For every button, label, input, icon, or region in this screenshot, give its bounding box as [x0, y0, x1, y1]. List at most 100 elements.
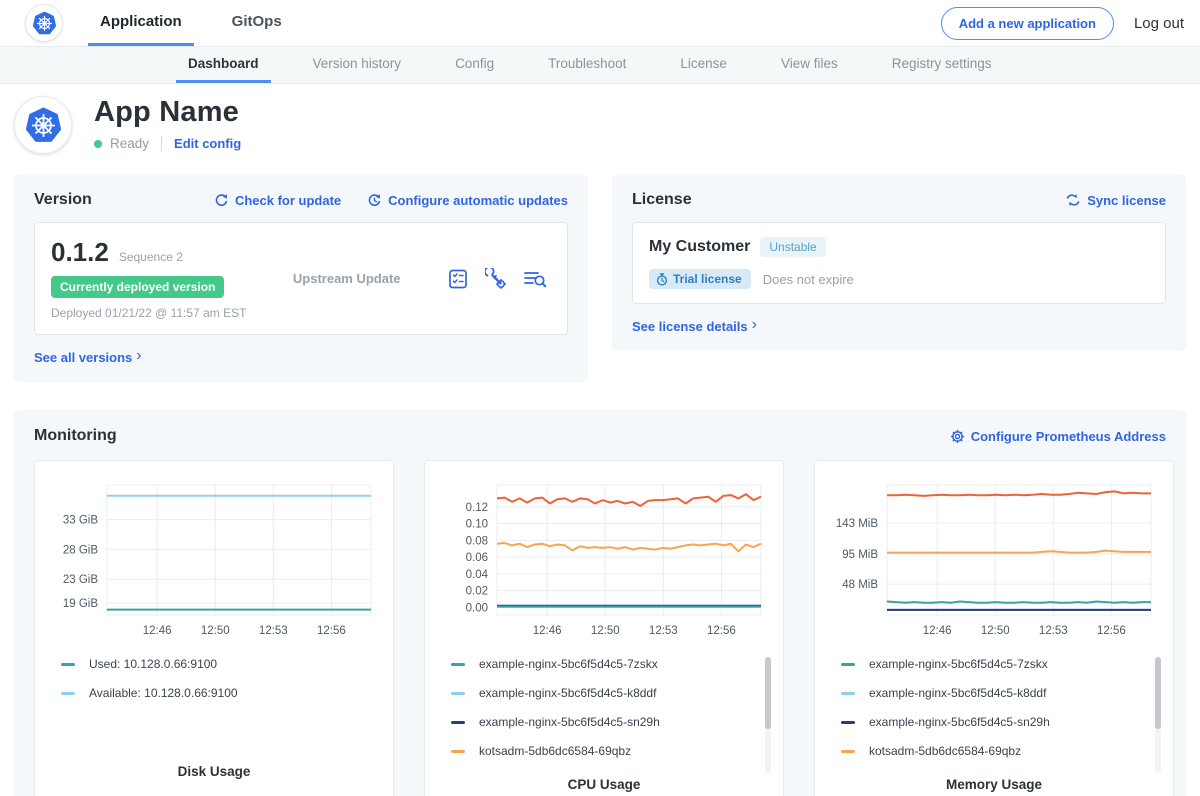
license-card: License Sync license My Customer Unstabl…	[612, 174, 1186, 351]
memory-usage-chart-card: 12:4612:5012:5312:56143 MiB95 MiB48 MiB …	[814, 460, 1174, 796]
subnav-tab-dashboard[interactable]: Dashboard	[176, 47, 271, 83]
disk-usage-plot: 12:4612:5012:5312:5633 GiB28 GiB23 GiB19…	[49, 475, 379, 643]
currently-deployed-badge: Currently deployed version	[51, 276, 224, 298]
version-number: 0.1.2	[51, 237, 109, 268]
version-card: Version Check for update Configure au	[14, 174, 588, 382]
legend-item-used-10-128-0-66-9100[interactable]: Used: 10.128.0.66:9100	[61, 657, 379, 671]
legend-scrollbar-track	[765, 657, 771, 773]
legend-item-example-nginx-5bc6f5d4c5-sn29h[interactable]: example-nginx-5bc6f5d4c5-sn29h	[451, 715, 769, 729]
svg-text:33 GiB: 33 GiB	[63, 515, 98, 527]
status-ready-dot	[94, 140, 102, 148]
legend-label: kotsadm-5db6dc6584-69qbz	[479, 744, 631, 758]
svg-text:0.00: 0.00	[466, 602, 488, 614]
preflight-checks-icon[interactable]	[447, 268, 469, 290]
subnav-tab-version-history[interactable]: Version history	[301, 47, 414, 83]
configure-automatic-updates-link[interactable]: Configure automatic updates	[367, 193, 568, 208]
legend-color-dash	[841, 750, 855, 753]
subnav-tab-troubleshoot[interactable]: Troubleshoot	[536, 47, 638, 83]
edit-config-values-icon[interactable]	[485, 268, 507, 290]
clock-refresh-icon	[367, 193, 382, 208]
chevron-right-icon: ›	[752, 317, 757, 333]
legend-item-example-nginx-5bc6f5d4c5-k8ddf[interactable]: example-nginx-5bc6f5d4c5-k8ddf	[841, 686, 1159, 700]
monitoring-title: Monitoring	[34, 427, 117, 445]
subnav-tab-license[interactable]: License	[668, 47, 739, 83]
subnav-tab-config[interactable]: Config	[443, 47, 506, 83]
logout-link[interactable]: Log out	[1134, 15, 1184, 32]
divider	[161, 136, 162, 151]
license-card-title: License	[632, 191, 692, 209]
configure-prometheus-link[interactable]: Configure Prometheus Address	[950, 429, 1166, 444]
legend-label: example-nginx-5bc6f5d4c5-sn29h	[479, 715, 660, 729]
deploy-logs-icon[interactable]	[523, 268, 547, 290]
legend-item-available-10-128-0-66-9100[interactable]: Available: 10.128.0.66:9100	[61, 686, 379, 700]
legend-color-dash	[61, 663, 75, 666]
subnav-tab-view-files[interactable]: View files	[769, 47, 850, 83]
legend-item-example-nginx-5bc6f5d4c5-k8ddf[interactable]: example-nginx-5bc6f5d4c5-k8ddf	[451, 686, 769, 700]
cpu-usage-chart-card: 12:4612:5012:5312:560.120.100.080.060.04…	[424, 460, 784, 796]
topnav-tab-application[interactable]: Application	[88, 0, 194, 46]
legend-item-kotsadm-5db6dc6584-69qbz[interactable]: kotsadm-5db6dc6584-69qbz	[451, 744, 769, 758]
top-nav: ApplicationGitOps Add a new application …	[0, 0, 1200, 46]
svg-text:12:56: 12:56	[707, 625, 736, 637]
legend-color-dash	[61, 692, 75, 695]
svg-text:12:53: 12:53	[649, 625, 678, 637]
svg-text:12:56: 12:56	[1097, 625, 1126, 637]
check-for-update-link[interactable]: Check for update	[214, 193, 341, 208]
app-header: App Name Ready Edit config	[0, 84, 1200, 172]
disk-usage-chart-card: 12:4612:5012:5312:5633 GiB28 GiB23 GiB19…	[34, 460, 394, 796]
legend-item-example-nginx-5bc6f5d4c5-7zskx[interactable]: example-nginx-5bc6f5d4c5-7zskx	[451, 657, 769, 671]
subnav-tab-registry-settings[interactable]: Registry settings	[880, 47, 1004, 83]
gear-icon	[950, 429, 965, 444]
customer-name: My Customer	[649, 238, 750, 256]
legend-item-example-nginx-5bc6f5d4c5-7zskx[interactable]: example-nginx-5bc6f5d4c5-7zskx	[841, 657, 1159, 671]
svg-text:12:50: 12:50	[591, 625, 620, 637]
legend-scrollbar-thumb[interactable]	[1155, 657, 1161, 729]
chart-title: Disk Usage	[49, 764, 379, 779]
app-kubernetes-icon	[14, 96, 72, 154]
stopwatch-icon	[656, 273, 668, 286]
svg-text:19 GiB: 19 GiB	[63, 598, 98, 610]
svg-text:0.08: 0.08	[466, 535, 488, 547]
see-license-details-link[interactable]: See license details ›	[632, 318, 757, 334]
legend-label: example-nginx-5bc6f5d4c5-k8ddf	[479, 686, 656, 700]
legend-label: example-nginx-5bc6f5d4c5-7zskx	[869, 657, 1048, 671]
svg-text:12:46: 12:46	[143, 625, 172, 637]
sync-license-link[interactable]: Sync license	[1065, 193, 1166, 208]
legend-color-dash	[841, 721, 855, 724]
legend-item-example-nginx-5bc6f5d4c5-sn29h[interactable]: example-nginx-5bc6f5d4c5-sn29h	[841, 715, 1159, 729]
legend-item-kotsadm-5db6dc6584-69qbz[interactable]: kotsadm-5db6dc6584-69qbz	[841, 744, 1159, 758]
svg-text:0.06: 0.06	[466, 552, 488, 564]
legend-color-dash	[451, 663, 465, 666]
kubernetes-logo-icon[interactable]	[25, 4, 63, 42]
legend-scrollbar-track	[1155, 657, 1161, 773]
topnav-tab-gitops[interactable]: GitOps	[220, 0, 294, 46]
edit-config-link[interactable]: Edit config	[174, 136, 241, 151]
svg-text:0.10: 0.10	[466, 519, 488, 531]
legend-label: Used: 10.128.0.66:9100	[89, 657, 217, 671]
legend-label: example-nginx-5bc6f5d4c5-7zskx	[479, 657, 658, 671]
legend-scrollbar-thumb[interactable]	[765, 657, 771, 729]
legend-label: example-nginx-5bc6f5d4c5-sn29h	[869, 715, 1050, 729]
license-expiry: Does not expire	[763, 272, 854, 287]
page-title: App Name	[94, 96, 241, 129]
svg-text:12:46: 12:46	[923, 625, 952, 637]
app-subnav: Dashboard Version history Config Troublesho…	[0, 46, 1200, 84]
add-new-application-label: Add a new application	[959, 16, 1096, 31]
version-card-title: Version	[34, 191, 92, 209]
svg-text:0.02: 0.02	[466, 586, 488, 598]
add-new-application-button[interactable]: Add a new application	[941, 7, 1114, 40]
version-source-label: Upstream Update	[246, 271, 447, 286]
current-version-row: 0.1.2 Sequence 2 Currently deployed vers…	[34, 222, 568, 335]
legend-color-dash	[451, 721, 465, 724]
svg-text:12:46: 12:46	[533, 625, 562, 637]
legend-label: example-nginx-5bc6f5d4c5-k8ddf	[869, 686, 1046, 700]
see-all-versions-link[interactable]: See all versions ›	[34, 349, 142, 365]
legend-label: kotsadm-5db6dc6584-69qbz	[869, 744, 1021, 758]
deployed-timestamp: Deployed 01/21/22 @ 11:57 am EST	[51, 306, 246, 320]
chart-title: Memory Usage	[829, 777, 1159, 792]
chart-title: CPU Usage	[439, 777, 769, 792]
license-type-badge: Trial license	[649, 269, 751, 289]
svg-text:23 GiB: 23 GiB	[63, 574, 98, 586]
svg-text:143 MiB: 143 MiB	[836, 518, 879, 530]
sync-icon	[1065, 193, 1081, 207]
